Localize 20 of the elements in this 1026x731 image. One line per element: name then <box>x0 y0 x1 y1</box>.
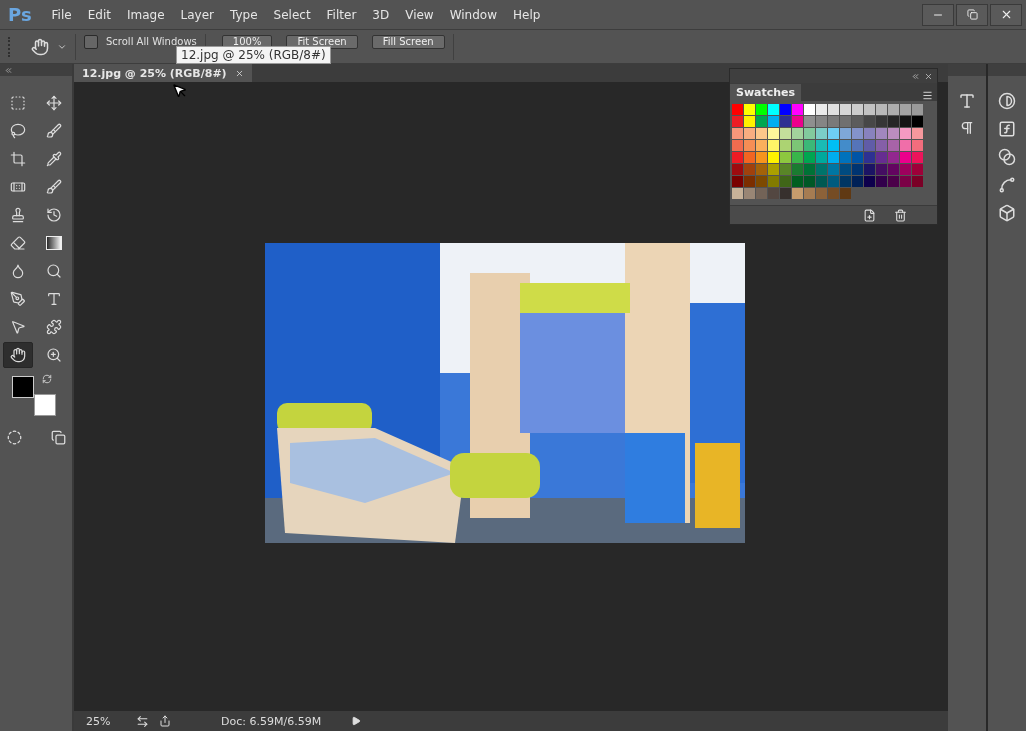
menu-item[interactable]: Edit <box>79 7 119 22</box>
view-button[interactable]: Fill Screen <box>371 34 445 49</box>
menu-item[interactable]: Select <box>265 7 319 22</box>
zoom-level[interactable]: 25% <box>86 714 126 728</box>
view-button[interactable]: Fit Screen <box>286 34 358 49</box>
menu-item[interactable]: Layer <box>172 7 222 22</box>
menu-item[interactable]: File <box>43 7 80 22</box>
checkbox-label: Scroll All Windows <box>106 35 197 48</box>
menu-item[interactable]: 3D <box>364 7 398 22</box>
document-tab[interactable]: 12.jpg @ 25% (RGB/8#) <box>74 64 252 82</box>
document-info: Doc: 6.59M/6.59M <box>221 714 323 728</box>
menu-item[interactable]: Image <box>118 7 173 22</box>
menu-item[interactable]: Window <box>441 7 505 22</box>
menu-item[interactable]: Type <box>222 7 266 22</box>
menu-item[interactable]: Help <box>505 7 549 22</box>
menu-item[interactable]: Filter <box>318 7 365 22</box>
app-logo: Ps <box>8 4 32 25</box>
tooltip: 12.jpg @ 25% (RGB/8#) <box>176 46 331 64</box>
menu-item[interactable]: View <box>397 7 442 22</box>
panel-tab[interactable]: Swatches <box>730 84 802 101</box>
